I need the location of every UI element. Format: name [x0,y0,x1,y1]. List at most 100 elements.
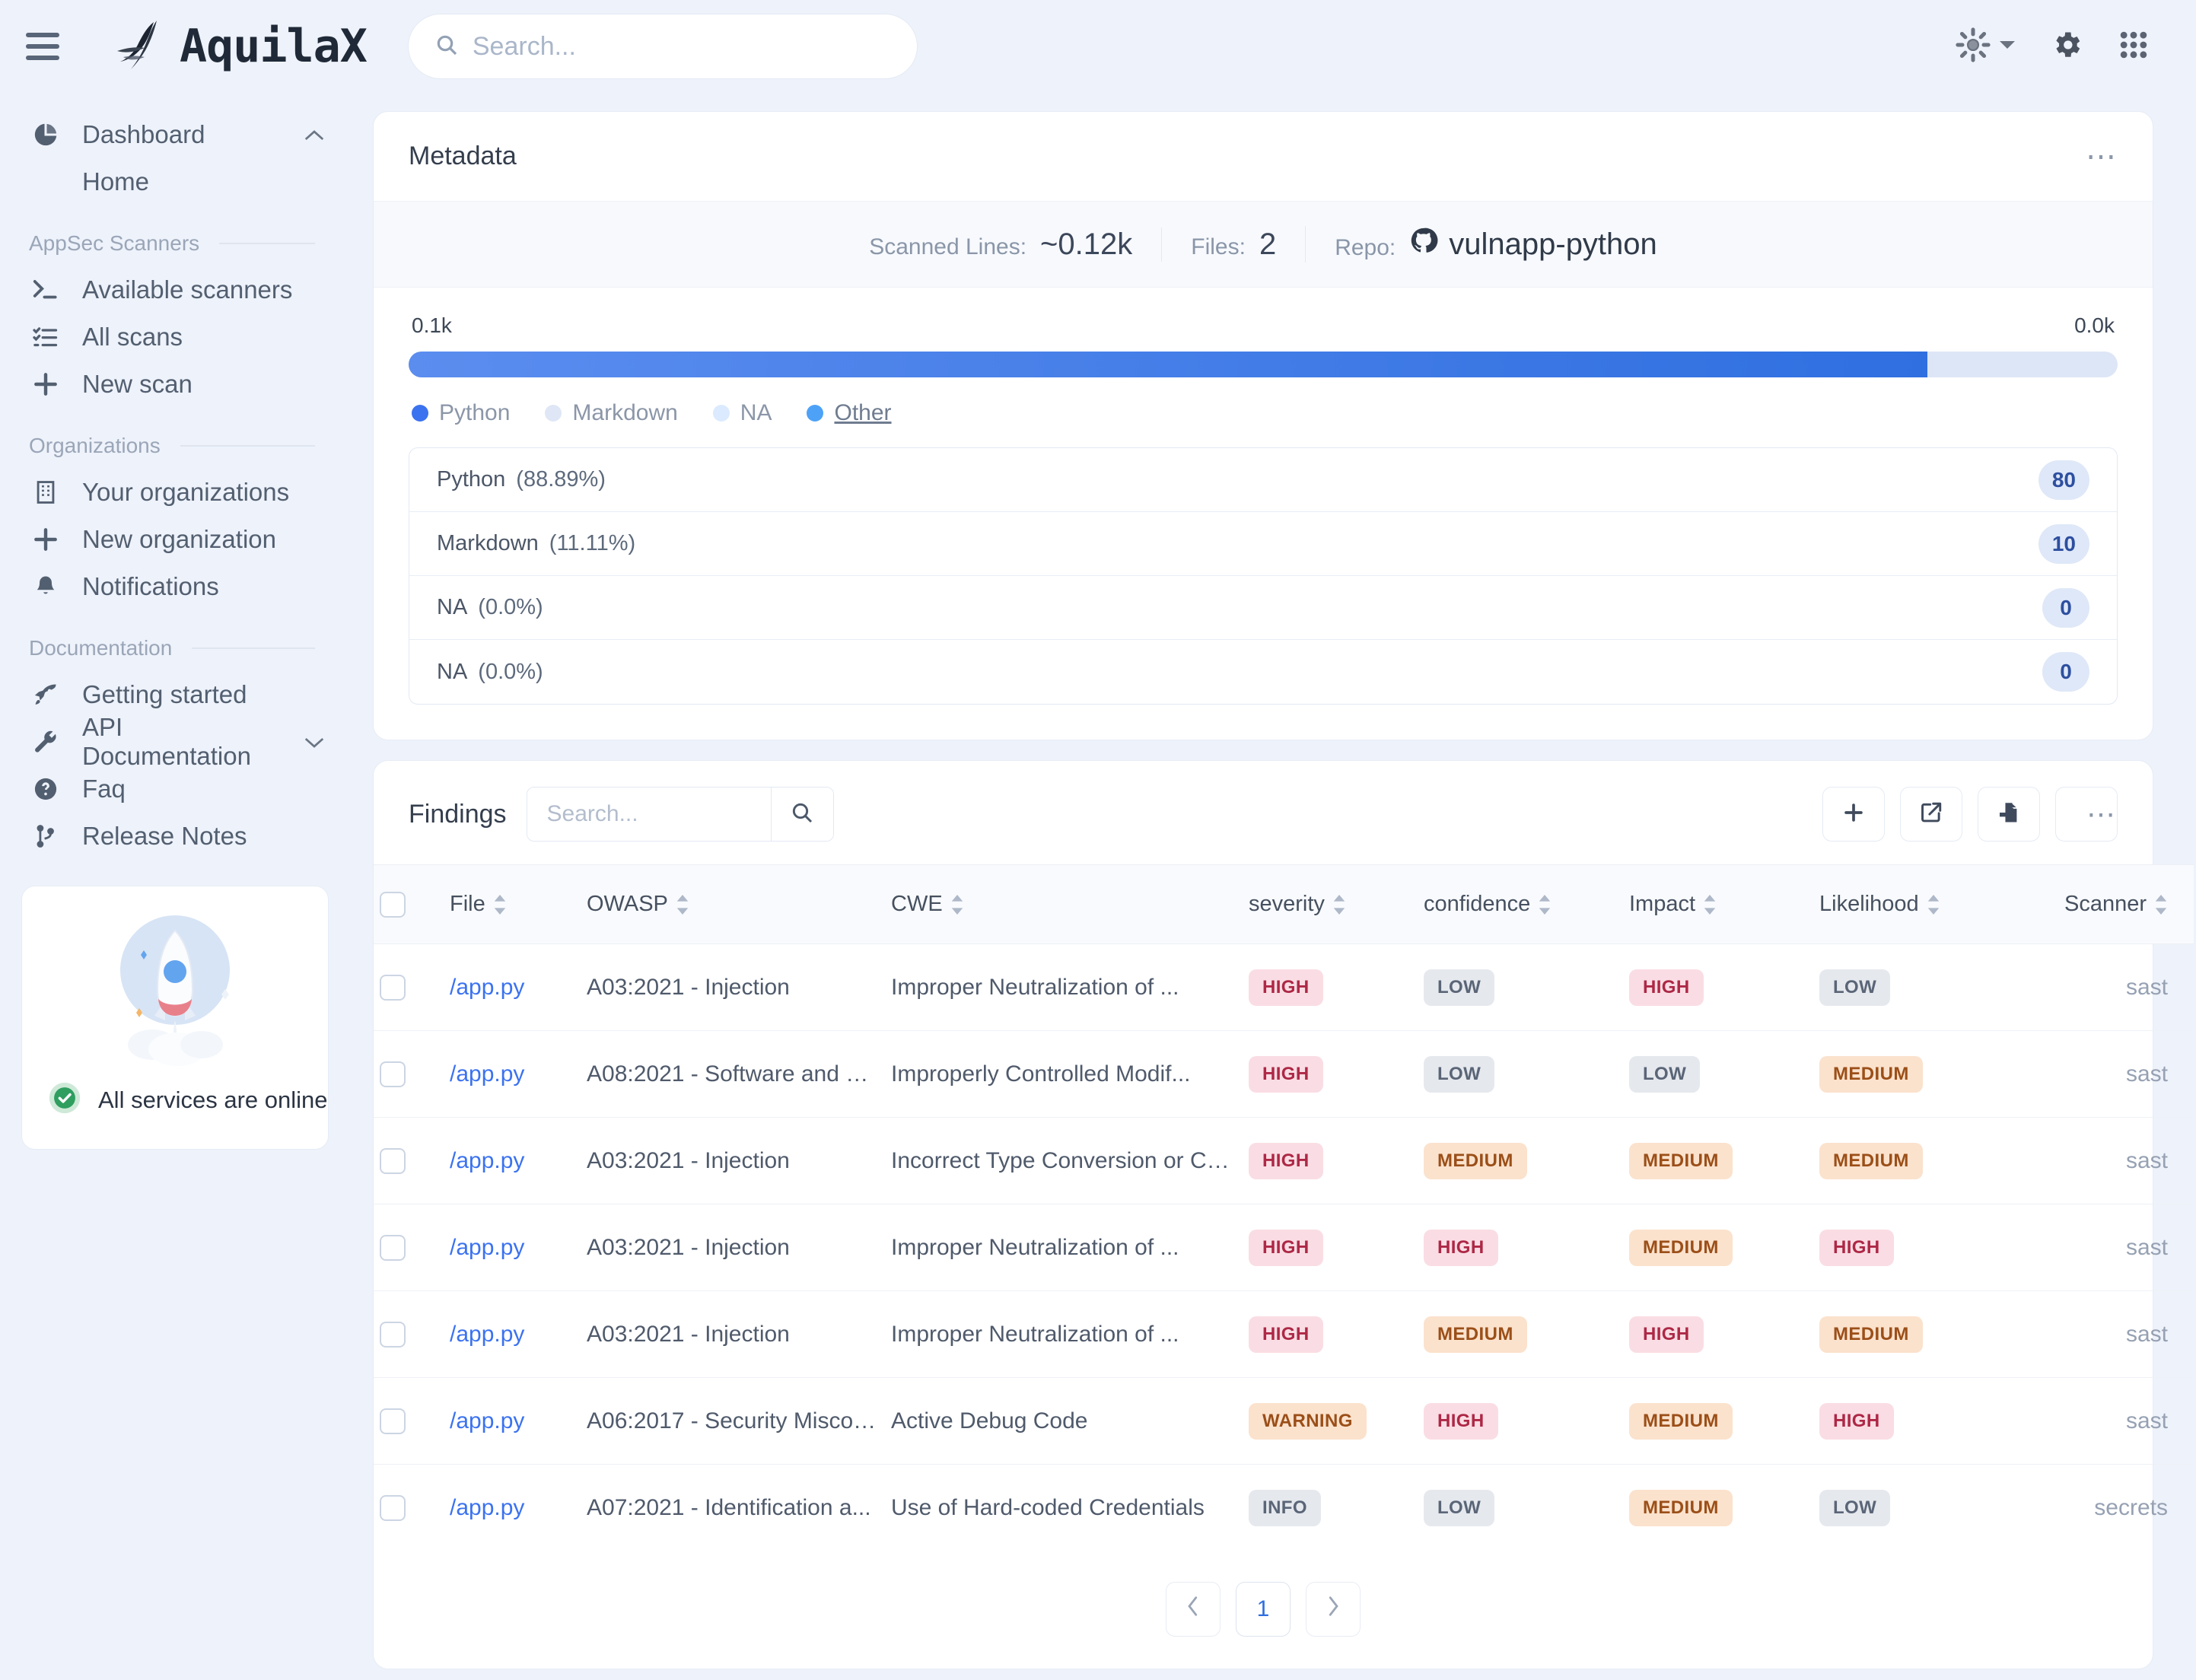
header-file[interactable]: File [444,864,581,944]
sidebar-item-your-organizations[interactable]: Your organizations [21,469,333,516]
select-all-checkbox[interactable] [380,891,406,918]
sidebar-item-release-notes[interactable]: Release Notes [21,813,333,860]
cell-likelihood: MEDIUM [1813,1117,2026,1204]
more-findings-button[interactable]: ⋯ [2055,787,2118,842]
global-search-input[interactable]: Search... [407,14,918,79]
header-label: File [450,892,485,916]
cell-confidence: MEDIUM [1418,1117,1623,1204]
settings-button[interactable] [2050,28,2083,65]
header-impact[interactable]: Impact [1623,864,1813,944]
file-link[interactable]: /app.py [450,1148,524,1173]
header-scanner[interactable]: Scanner [2026,864,2194,944]
sun-icon [1956,27,1991,66]
cell-impact: MEDIUM [1623,1204,1813,1291]
header-severity[interactable]: severity [1243,864,1418,944]
row-checkbox[interactable] [380,1321,406,1348]
sidebar-item-dashboard[interactable]: Dashboard [21,111,333,158]
pagination-next-button[interactable] [1306,1581,1361,1637]
file-link[interactable]: /app.py [450,1408,524,1433]
sidebar-item-available-scanners[interactable]: Available scanners [21,266,333,313]
sidebar-item-notifications[interactable]: Notifications [21,563,333,610]
table-row[interactable]: /app.py A06:2017 - Security Misconf... Act… [374,1377,2194,1465]
import-findings-button[interactable] [1978,787,2040,842]
legend-item-python[interactable]: Python [412,400,510,426]
language-row[interactable]: NA (0.0%) 0 [409,576,2117,640]
table-row[interactable]: /app.py A03:2021 - Injection Improper Neut… [374,1290,2194,1378]
confidence-badge: MEDIUM [1424,1142,1527,1179]
cell-owasp: A07:2021 - Identification a... [581,1465,885,1551]
severity-badge: HIGH [1249,969,1323,1006]
language-row[interactable]: NA (0.0%) 0 [409,640,2117,704]
sidebar-item-home[interactable]: Home [21,158,333,205]
row-checkbox[interactable] [380,974,406,1001]
cell-file: /app.py [444,1030,581,1118]
sidebar-item-label: New organization [82,525,276,553]
pagination-page-1[interactable]: 1 [1236,1581,1291,1637]
question-circle-icon [29,775,62,803]
table-row[interactable]: /app.py A08:2021 - Software and Dat... Imp… [374,1030,2194,1118]
findings-search-button[interactable] [770,788,833,841]
pagination-prev-button[interactable] [1166,1581,1221,1637]
sidebar-item-new-organization[interactable]: New organization [21,516,333,563]
ellipsis-icon[interactable]: ⋯ [2086,139,2118,174]
file-link[interactable]: /app.py [450,1322,524,1347]
hamburger-line [26,44,59,49]
legend-item-na[interactable]: NA [712,400,772,426]
row-checkbox[interactable] [380,1234,406,1261]
sidebar-item-new-scan[interactable]: New scan [21,361,333,408]
language-row[interactable]: Markdown (11.11%) 10 [409,512,2117,576]
header-likelihood[interactable]: Likelihood [1813,864,2026,944]
chevron-up-icon[interactable] [303,120,326,149]
service-status-card: All services are online [21,886,329,1150]
hamburger-icon[interactable] [20,25,62,68]
table-row[interactable]: /app.py A03:2021 - Injection Improper Neut… [374,943,2194,1031]
header-owasp[interactable]: OWASP [581,864,885,944]
metadata-title: Metadata [409,142,517,170]
export-findings-button[interactable] [1900,787,1962,842]
cell-owasp: A08:2021 - Software and Dat... [581,1030,885,1118]
table-row[interactable]: /app.py A03:2021 - Injection Improper Neut… [374,1204,2194,1291]
sort-icon [1539,894,1551,915]
file-link[interactable]: /app.py [450,1235,524,1260]
cell-likelihood: HIGH [1813,1204,2026,1291]
language-percent: (88.89%) [516,467,606,492]
cell-severity: HIGH [1243,1204,1418,1291]
row-select-cell [374,1377,444,1465]
pie-chart-icon [29,121,62,148]
row-checkbox[interactable] [380,1061,406,1087]
legend-item-markdown[interactable]: Markdown [545,400,678,426]
language-breakdown: 0.1k 0.0k Python Markdown NA Other Pytho… [374,288,2153,740]
file-link[interactable]: /app.py [450,975,524,1000]
row-select-cell [374,943,444,1031]
theme-toggle-button[interactable] [1956,27,2016,66]
stat-repo: Repo: vulnapp-python [1305,226,1686,262]
add-finding-button[interactable] [1822,787,1885,842]
language-row[interactable]: Python (88.89%) 80 [409,448,2117,512]
header-cwe[interactable]: CWE [885,864,1243,944]
likelihood-badge: MEDIUM [1819,1055,1923,1093]
cell-severity: INFO [1243,1465,1418,1551]
findings-search-input[interactable] [527,788,771,841]
apps-button[interactable] [2117,28,2150,65]
file-link[interactable]: /app.py [450,1061,524,1087]
header-confidence[interactable]: confidence [1418,864,1623,944]
confidence-badge: MEDIUM [1424,1316,1527,1353]
repo-value-wrap: vulnapp-python [1409,226,1657,262]
sidebar-item-getting-started[interactable]: Getting started [21,671,333,718]
brand-logo[interactable]: AquilaX [113,18,368,75]
sidebar-item-faq[interactable]: Faq [21,765,333,813]
top-bar-actions [1956,27,2166,66]
aquila-bird-icon [113,18,175,75]
impact-badge: MEDIUM [1629,1402,1733,1440]
file-link[interactable]: /app.py [450,1495,524,1520]
header-label: confidence [1424,892,1531,916]
chevron-down-icon[interactable] [303,727,326,756]
table-row[interactable]: /app.py A03:2021 - Injection Incorrect Typ… [374,1117,2194,1204]
table-row[interactable]: /app.py A07:2021 - Identification a... Use… [374,1465,2194,1551]
row-checkbox[interactable] [380,1494,406,1521]
row-checkbox[interactable] [380,1147,406,1174]
legend-item-other[interactable]: Other [807,400,892,426]
sidebar-item-all-scans[interactable]: All scans [21,313,333,361]
row-checkbox[interactable] [380,1408,406,1434]
sidebar-item-api-documentation[interactable]: API Documentation [21,713,333,770]
